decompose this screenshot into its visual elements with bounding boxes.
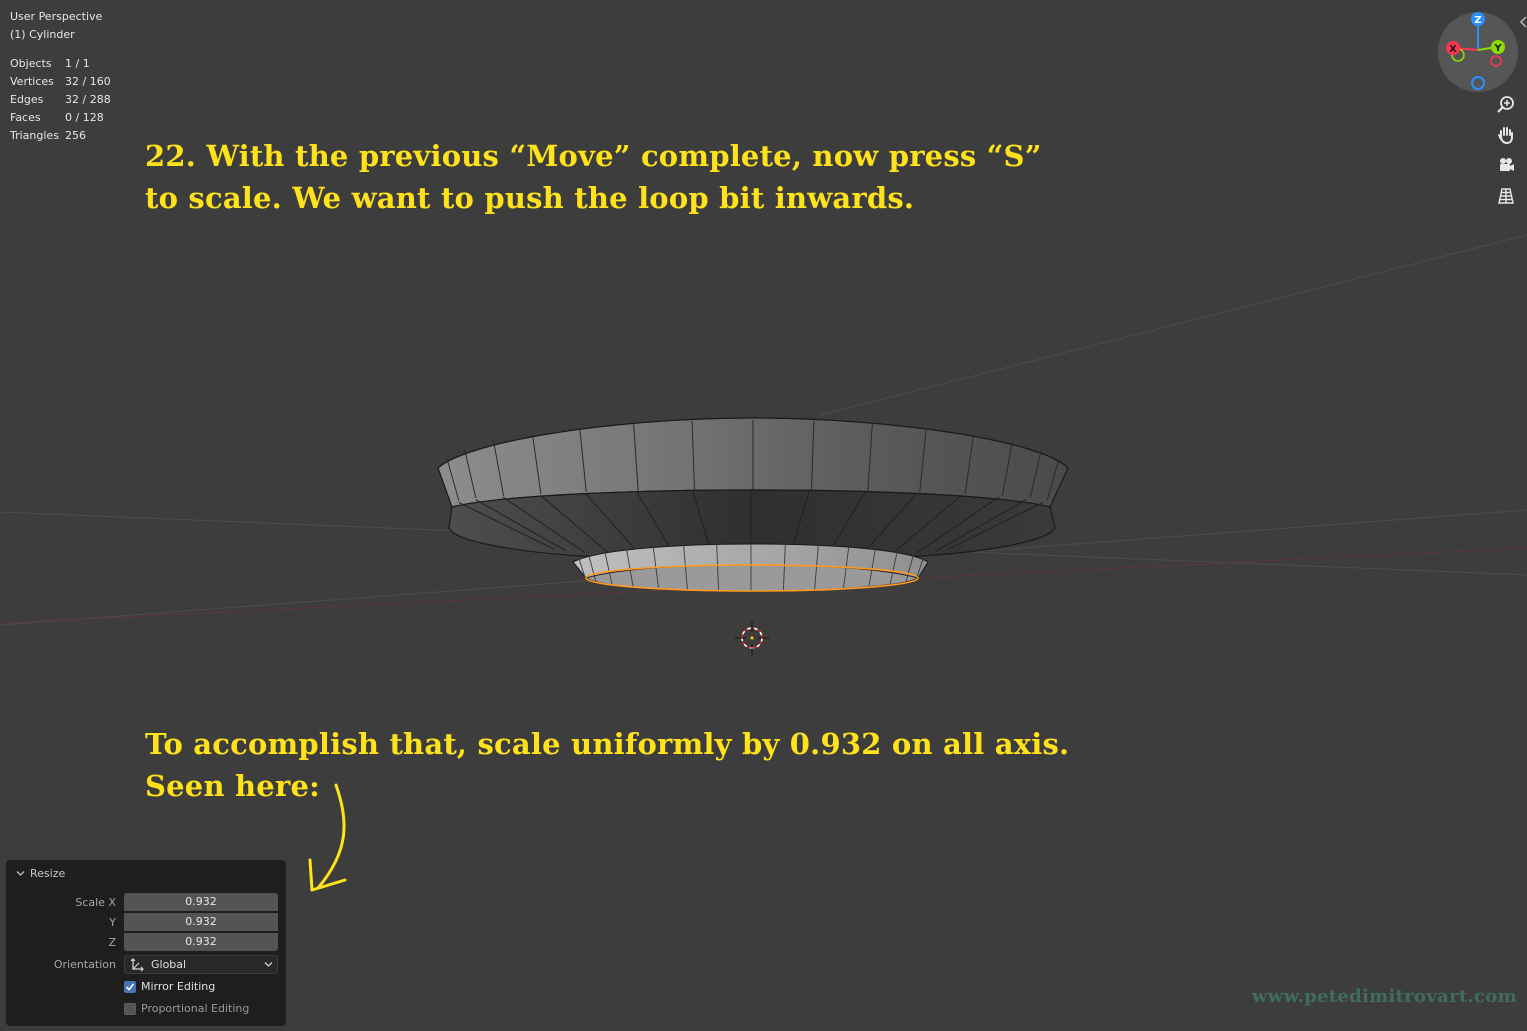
scale-x-field[interactable]: 0.932	[124, 893, 278, 911]
watermark: www.petedimitrovart.com	[1252, 986, 1517, 1007]
view-name: User Perspective	[10, 10, 103, 23]
annotation-top: 22. With the previous “Move” complete, n…	[145, 135, 1042, 219]
mirror-editing-checkbox[interactable]	[124, 980, 136, 993]
scale-x-label: Scale X	[75, 896, 116, 909]
proportional-editing-checkbox[interactable]	[124, 1002, 136, 1015]
scale-z-label: Z	[108, 936, 116, 949]
grid-ortho-icon	[1498, 188, 1514, 204]
camera-button[interactable]	[1493, 152, 1519, 178]
hand-pan-icon	[1498, 127, 1513, 145]
orientation-value: Global	[151, 958, 187, 971]
mirror-editing-label: Mirror Editing	[141, 980, 216, 993]
scale-y-field[interactable]: 0.932	[124, 913, 278, 931]
stat-row-edges: Edges 32 / 288	[10, 93, 111, 106]
annotation-bottom: To accomplish that, scale uniformly by 0…	[145, 723, 1069, 807]
gizmo-x-label: X	[1449, 44, 1457, 55]
proportional-editing-option[interactable]: Proportional Editing	[124, 1002, 249, 1015]
resize-panel-header[interactable]: Resize	[16, 865, 65, 881]
resize-operator-panel[interactable]: Resize Scale X 0.932 Y 0.932 Z 0.932 Ori…	[6, 860, 286, 1026]
stat-row-faces: Faces 0 / 128	[10, 111, 104, 124]
proportional-editing-label: Proportional Editing	[141, 1002, 250, 1015]
navigation-gizmo[interactable]: Z Y X	[1436, 10, 1520, 94]
axis-orientation-icon	[130, 957, 144, 971]
annotation-top-line1: 22. With the previous “Move” complete, n…	[145, 139, 1042, 173]
stat-row-objects: Objects 1 / 1	[10, 57, 90, 70]
3d-cursor-icon[interactable]	[735, 621, 769, 655]
camera-icon	[1500, 158, 1514, 171]
statistics-overlay: Objects 1 / 1 Vertices 32 / 160 Edges 32 / …	[10, 55, 111, 145]
pan-button[interactable]	[1493, 122, 1519, 148]
scale-z-field[interactable]: 0.932	[124, 933, 278, 951]
object-label: (1) Cylinder	[10, 28, 75, 41]
orientation-dropdown[interactable]: Global	[124, 955, 278, 974]
cylinder-mesh[interactable]	[437, 417, 1069, 592]
gizmo-z-label: Z	[1474, 15, 1481, 26]
stat-row-triangles: Triangles 256	[10, 129, 86, 142]
chevron-down-icon	[264, 962, 273, 967]
annotation-bottom-line2: Seen here:	[145, 769, 320, 803]
annotation-top-line2: to scale. We want to push the loop bit i…	[145, 181, 915, 215]
ortho-toggle-button[interactable]	[1493, 183, 1519, 209]
stat-row-vertices: Vertices 32 / 160	[10, 75, 111, 88]
scale-y-label: Y	[109, 916, 116, 929]
collapse-chevron-icon[interactable]	[1519, 16, 1527, 28]
chevron-down-icon	[16, 870, 25, 876]
gizmo-y-label: Y	[1493, 43, 1502, 54]
checkmark-icon	[125, 982, 135, 991]
resize-panel-title: Resize	[30, 866, 66, 880]
zoom-button[interactable]	[1493, 92, 1519, 118]
orientation-label: Orientation	[53, 958, 116, 971]
zoom-icon	[1497, 96, 1514, 113]
mirror-editing-option[interactable]: Mirror Editing	[124, 980, 215, 993]
annotation-bottom-line1: To accomplish that, scale uniformly by 0…	[145, 727, 1070, 761]
